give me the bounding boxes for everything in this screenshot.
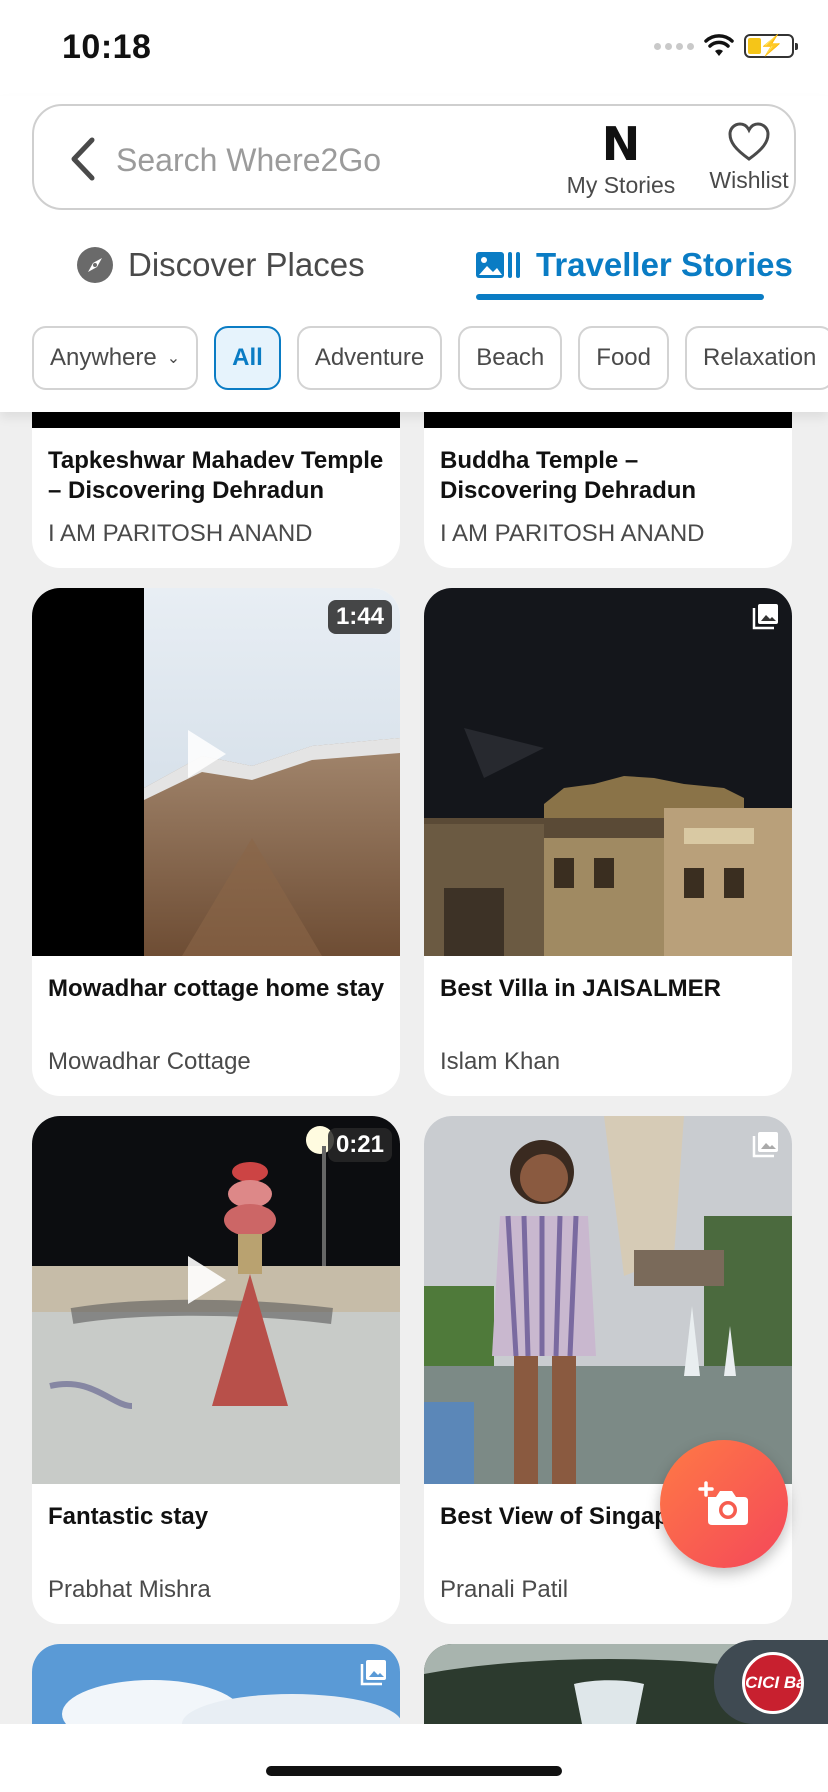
heart-icon [728,122,770,161]
story-author: I AM PARITOSH ANAND [440,520,705,547]
active-tab-indicator [476,294,764,300]
search-input[interactable]: Search Where2Go [116,142,381,179]
battery-icon: ⚡ [744,34,798,58]
gallery-icon [752,1132,778,1158]
location-dropdown[interactable]: Anywhere ⌄ [32,326,199,390]
story-author: Mowadhar Cottage [48,1048,251,1075]
story-thumbnail: 1:44 [32,588,400,956]
story-title: Tapkeshwar Mahadev Temple – Discovering … [48,447,384,504]
home-indicator[interactable] [266,1766,562,1776]
story-card[interactable]: 0:21 Fantastic stay Prabhat Mishra [32,1116,400,1624]
story-thumbnail [32,1644,400,1734]
location-value: Anywhere [50,344,157,371]
story-author: Prabhat Mishra [48,1576,211,1603]
play-icon[interactable] [184,728,228,780]
bottom-safe-area [0,1724,828,1792]
story-title: Mowadhar cottage home stay [48,975,385,1002]
filter-chips: Anywhere ⌄ All Adventure Beach Food Rela… [32,326,828,390]
video-duration: 0:21 [327,1128,392,1162]
story-thumbnail [424,588,792,956]
my-stories-button[interactable]: N My Stories [556,116,686,199]
status-time: 10:18 [62,28,152,66]
wishlist-button[interactable]: Wishlist [684,116,814,194]
my-stories-label: My Stories [566,172,676,198]
tab-traveller-stories[interactable]: Traveller Stories [476,230,793,300]
tab-stories-label: Traveller Stories [536,246,793,283]
story-author: Islam Khan [440,1048,561,1075]
chip-beach[interactable]: Beach [458,326,563,390]
chip-relaxation[interactable]: Relaxation [684,326,828,390]
add-story-camera-button[interactable] [660,1440,788,1568]
wifi-icon [704,34,734,56]
gallery-icon [360,1660,386,1686]
status-icons: ⚡ [654,34,798,58]
chip-adventure[interactable]: Adventure [296,326,443,390]
wishlist-label: Wishlist [709,167,789,193]
app-header: Search Where2Go N My Stories Wishlist Di… [0,96,828,412]
story-author: Pranali Patil [440,1576,569,1603]
story-card[interactable] [32,1644,400,1734]
gallery-icon [752,604,778,630]
signal-icon [654,42,694,50]
story-thumbnail [424,1116,792,1484]
story-author: I AM PARITOSH ANAND [48,520,313,547]
gallery-icon [476,252,520,278]
bank-logo: ICICI Ba [742,1652,804,1714]
add-camera-icon [698,1481,748,1525]
status-bar: 10:18 ⚡ [0,0,828,96]
story-card[interactable]: Best Villa in JAISALMER Islam Khan [424,588,792,1096]
my-stories-logo-icon: N [601,117,641,171]
search-bar[interactable]: Search Where2Go N My Stories Wishlist [32,104,796,210]
tab-discover-label: Discover Places [128,246,365,283]
chip-food[interactable]: Food [578,326,669,390]
story-title: Fantastic stay [48,1503,209,1530]
chevron-down-icon: ⌄ [166,350,181,367]
back-arrow-icon[interactable] [64,134,104,184]
story-title: Buddha Temple – Discovering Dehradun [440,447,697,504]
story-card[interactable]: 1:44 Mowadhar cottage home stay Mowadhar… [32,588,400,1096]
compass-icon [77,247,113,283]
tab-discover-places[interactable]: Discover Places [76,230,365,300]
story-title: Best Villa in JAISALMER [440,975,721,1002]
video-duration: 1:44 [327,600,392,634]
chip-all[interactable]: All [214,326,281,390]
ad-banner[interactable]: ICICI Ba [714,1640,828,1724]
story-thumbnail: 0:21 [32,1116,400,1484]
play-icon[interactable] [184,1254,228,1306]
